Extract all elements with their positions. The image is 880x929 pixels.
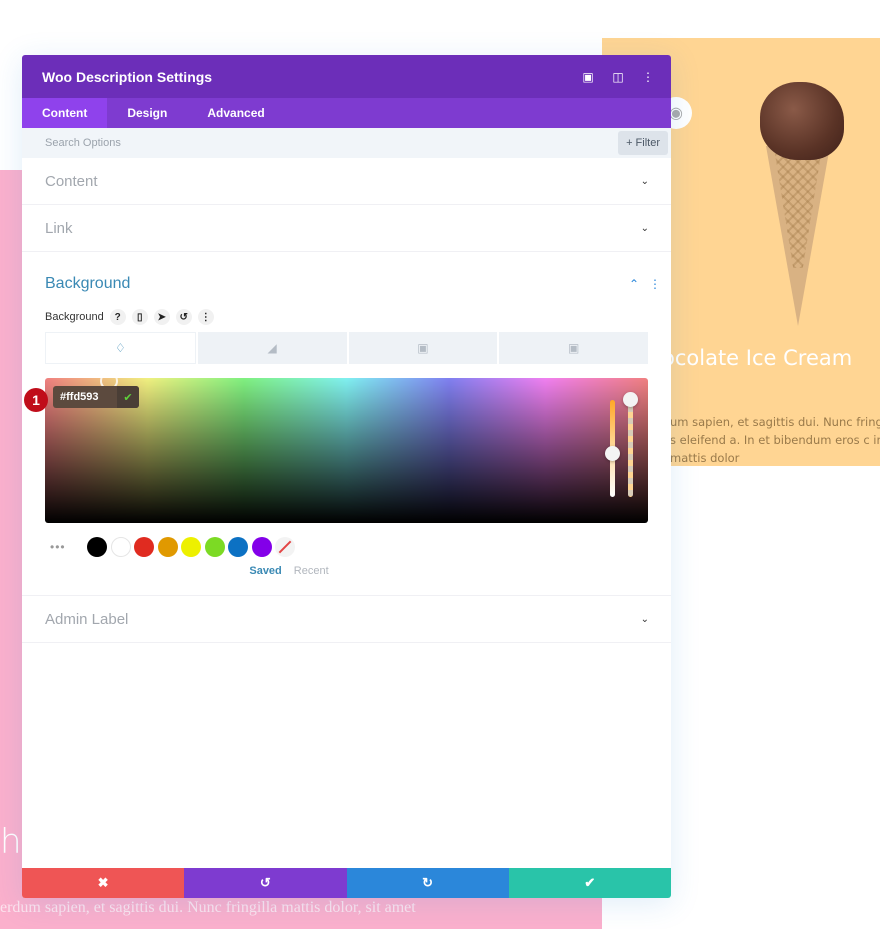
hex-input-box: #ffd593 ✔: [53, 386, 139, 408]
checkmark-icon[interactable]: ✔: [117, 386, 139, 408]
section-title: Admin Label: [45, 610, 129, 628]
hue-slider[interactable]: [605, 400, 620, 497]
product-description-line: s eleifend a. In et bibendum eros c inte…: [670, 433, 880, 447]
image-icon[interactable]: ▣: [348, 332, 498, 364]
search-input[interactable]: [45, 137, 345, 149]
pointer-icon[interactable]: ➤: [153, 309, 170, 325]
ice-cream-image: [752, 82, 852, 332]
chevron-down-icon[interactable]: ⌄: [641, 614, 649, 625]
reset-icon[interactable]: ↺: [175, 309, 192, 325]
tab-content[interactable]: Content: [22, 98, 108, 128]
product-description-line: mattis dolor: [670, 451, 740, 465]
expand-icon[interactable]: ▣: [581, 70, 595, 84]
swatch-red[interactable]: [134, 537, 154, 557]
palette-tabs: Saved Recent: [45, 565, 425, 577]
swatch-blue[interactable]: [228, 537, 248, 557]
color-swatches: •••: [45, 535, 648, 559]
palette-tab-recent[interactable]: Recent: [294, 565, 329, 577]
swatch-black[interactable]: [87, 537, 107, 557]
section-title: Content: [45, 172, 98, 190]
pink-section-text-line2: [0, 922, 602, 929]
swatch-orange[interactable]: [157, 537, 178, 557]
section-link[interactable]: Link ⌄: [22, 205, 671, 252]
modal-footer: ✖ ↺ ↻ ✔: [22, 868, 671, 898]
undo-button[interactable]: ↺: [184, 868, 347, 898]
modal-header: Woo Description Settings ▣ ◫ ⋮: [22, 55, 671, 98]
paint-bucket-icon[interactable]: ♢: [45, 332, 196, 364]
more-icon[interactable]: ⋮: [197, 309, 214, 325]
save-button[interactable]: ✔: [508, 868, 671, 898]
swatch-green[interactable]: [204, 537, 225, 557]
swatch-yellow[interactable]: [181, 537, 201, 557]
settings-modal: Woo Description Settings ▣ ◫ ⋮ Content D…: [22, 55, 671, 898]
palette-tab-saved[interactable]: Saved: [249, 565, 281, 577]
section-more-icon[interactable]: ⋮: [649, 277, 661, 291]
modal-tabs: Content Design Advanced: [22, 98, 671, 128]
swatch-white[interactable]: [110, 537, 131, 557]
hex-input[interactable]: #ffd593: [53, 391, 117, 403]
help-icon[interactable]: ?: [109, 309, 126, 325]
product-title: ocolate Ice Cream: [662, 346, 853, 370]
tab-design[interactable]: Design: [107, 98, 187, 128]
tab-advanced[interactable]: Advanced: [187, 98, 284, 128]
video-icon[interactable]: ▣: [499, 332, 648, 364]
gradient-icon[interactable]: ◢: [197, 332, 347, 364]
background-label: Background: [45, 311, 104, 323]
section-title: Link: [45, 219, 73, 237]
section-title[interactable]: Background: [45, 275, 130, 293]
split-view-icon[interactable]: ◫: [611, 70, 625, 84]
product-description: um sapien, et sagittis dui. Nunc fringil…: [670, 413, 880, 466]
section-background: Background ⌃ ⋮ Background ? ▯ ➤ ↺ ⋮ ♢ ◢ …: [22, 252, 671, 577]
swatch-purple[interactable]: [251, 537, 272, 557]
more-options-icon[interactable]: ⋮: [641, 70, 655, 84]
color-picker-area[interactable]: 1 #ffd593 ✔: [24, 372, 648, 523]
search-bar: + Filter: [22, 128, 671, 158]
redo-button[interactable]: ↻: [346, 868, 509, 898]
mobile-icon[interactable]: ▯: [131, 309, 148, 325]
filter-button[interactable]: + Filter: [618, 131, 668, 155]
cancel-button[interactable]: ✖: [22, 868, 185, 898]
scoop-shape: [760, 82, 844, 160]
modal-title: Woo Description Settings: [42, 68, 213, 85]
product-description-line: um sapien, et sagittis dui. Nunc fringil…: [670, 415, 880, 429]
opacity-slider[interactable]: [623, 392, 638, 497]
no-color-icon[interactable]: [275, 537, 295, 557]
pink-section-heading: h: [0, 822, 22, 862]
section-content[interactable]: Content ⌄: [22, 158, 671, 205]
more-dots-icon[interactable]: •••: [45, 540, 87, 554]
chevron-up-icon[interactable]: ⌃: [629, 277, 639, 291]
section-admin-label[interactable]: Admin Label ⌄: [22, 596, 671, 643]
chevron-down-icon[interactable]: ⌄: [641, 223, 649, 234]
background-type-tabs: ♢ ◢ ▣ ▣: [45, 332, 648, 364]
step-marker-badge: 1: [24, 388, 48, 412]
opacity-slider-knob[interactable]: [623, 392, 638, 407]
hue-slider-knob[interactable]: [605, 446, 620, 461]
chevron-down-icon[interactable]: ⌄: [641, 176, 649, 187]
pink-section-text: erdum sapien, et sagittis dui. Nunc frin…: [0, 899, 416, 916]
